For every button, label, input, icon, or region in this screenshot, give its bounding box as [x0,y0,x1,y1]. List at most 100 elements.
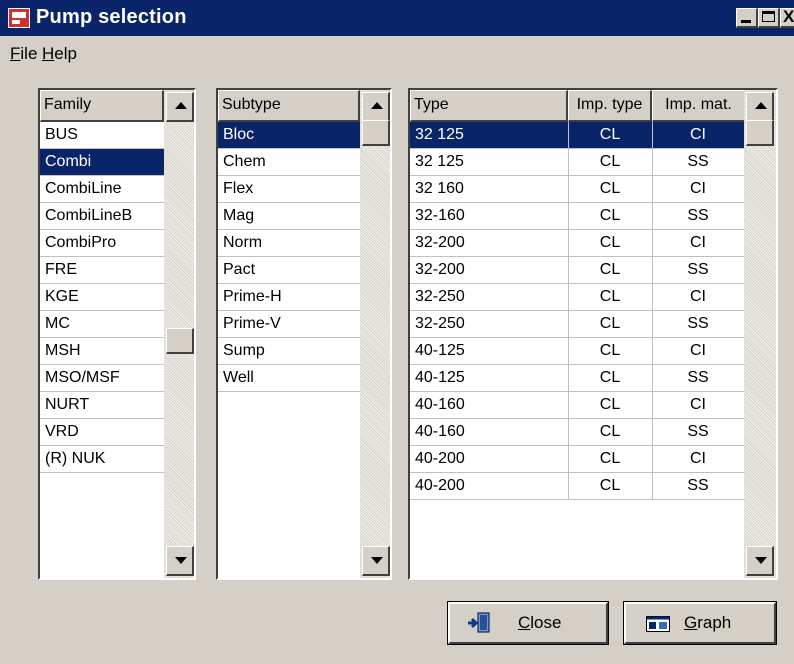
list-item[interactable]: MSO/MSF [40,365,164,392]
table-row[interactable]: 40-200 CL SS [410,473,744,500]
table-row[interactable]: 32-200 CL SS [410,257,744,284]
list-item[interactable]: FRE [40,257,164,284]
table-row[interactable]: 32 160 CL CI [410,176,744,203]
list-item[interactable]: CombiPro [40,230,164,257]
type-scrollbar[interactable] [744,90,776,578]
list-item[interactable]: MC [40,311,164,338]
app-icon[interactable] [8,8,30,28]
cell: SS [687,261,709,278]
cell: KGE [45,288,79,305]
cell: CI [690,126,706,143]
minimize-button[interactable] [736,8,758,28]
title-bar[interactable]: Pump selection X [0,0,794,36]
cell: Norm [223,234,263,251]
table-row[interactable]: 40-160 CL CI [410,392,744,419]
cell: 32 125 [415,153,464,170]
list-item[interactable]: KGE [40,284,164,311]
list-item[interactable]: Mag [218,203,360,230]
cell: SS [687,315,709,332]
list-item[interactable]: (R) NUK [40,446,164,473]
list-item[interactable]: Sump [218,338,360,365]
cell: Combi [45,153,92,170]
arrow-down-icon [755,557,767,564]
cell: CL [599,207,621,224]
list-item[interactable]: Well [218,365,360,392]
close-window-button[interactable]: X [780,7,794,28]
cell: MSH [45,342,81,359]
imp-mat-column-header[interactable]: Imp. mat. [652,90,746,122]
cell: CombiPro [45,234,117,251]
cell: Bloc [223,126,255,143]
scroll-thumb[interactable] [362,120,390,146]
graph-button[interactable]: Graph [623,601,777,645]
scroll-down-button[interactable] [746,546,774,576]
list-item[interactable]: VRD [40,419,164,446]
list-item[interactable]: MSH [40,338,164,365]
cell: CL [599,369,621,386]
scroll-down-button[interactable] [362,546,390,576]
family-scrollbar[interactable] [164,90,194,578]
imp-type-column-header[interactable]: Imp. type [568,90,652,122]
list-item[interactable]: Chem [218,149,360,176]
scroll-thumb[interactable] [746,120,774,146]
cell: CombiLineB [45,207,133,224]
table-row[interactable]: 40-125 CL SS [410,365,744,392]
cell: CI [690,396,706,413]
table-row[interactable]: 32 125 CL CI [410,122,744,149]
scroll-up-button[interactable] [166,92,194,122]
cell: 32-200 [415,261,465,278]
cell: SS [687,477,709,494]
subtype-scrollbar[interactable] [360,90,390,578]
scroll-up-button[interactable] [362,92,390,122]
cell: 32-250 [415,288,465,305]
type-table: Type Imp. type Imp. mat. 32 125 CL CI 32 12… [408,88,778,580]
close-button-label: Close [518,613,562,632]
menu-bar: File Help [0,36,794,70]
list-item[interactable]: Bloc [218,122,360,149]
column-divider [568,122,569,500]
list-item[interactable]: Prime-V [218,311,360,338]
list-item[interactable]: CombiLineB [40,203,164,230]
table-row[interactable]: 32-250 CL SS [410,311,744,338]
cell: CL [599,153,621,170]
subtype-column-header[interactable]: Subtype [218,90,360,122]
cell: CL [599,234,621,251]
menu-help[interactable]: Help [42,44,77,64]
table-row[interactable]: 32-160 CL SS [410,203,744,230]
table-row[interactable]: 40-125 CL CI [410,338,744,365]
cell: FRE [45,261,77,278]
scroll-down-button[interactable] [166,546,194,576]
table-row[interactable]: 32-250 CL CI [410,284,744,311]
cell: BUS [45,126,78,143]
arrow-up-icon [755,102,767,109]
cell: NURT [45,396,90,413]
list-item[interactable]: CombiLine [40,176,164,203]
family-column-header[interactable]: Family [40,90,164,122]
list-item[interactable]: Prime-H [218,284,360,311]
table-row[interactable]: 32 125 CL SS [410,149,744,176]
list-item[interactable]: NURT [40,392,164,419]
list-item[interactable]: Pact [218,257,360,284]
cell: CI [690,288,706,305]
cell: 40-160 [415,396,465,413]
cell: CL [599,261,621,278]
close-button[interactable]: Close [447,601,609,645]
list-item[interactable]: Combi [40,149,164,176]
menu-file[interactable]: File [10,44,37,64]
cell: Pact [223,261,256,278]
table-row[interactable]: 40-160 CL SS [410,419,744,446]
scroll-thumb[interactable] [166,328,194,354]
cell: 40-125 [415,369,465,386]
table-row[interactable]: 32-200 CL CI [410,230,744,257]
table-row[interactable]: 40-200 CL CI [410,446,744,473]
maximize-button[interactable] [758,8,780,28]
list-item[interactable]: Norm [218,230,360,257]
window-title: Pump selection [36,6,187,28]
cell: CL [599,423,621,440]
type-column-header[interactable]: Type [410,90,568,122]
cell: CL [599,477,621,494]
list-item[interactable]: Flex [218,176,360,203]
scroll-up-button[interactable] [746,92,774,122]
graph-button-label: Graph [684,613,732,632]
list-item[interactable]: BUS [40,122,164,149]
